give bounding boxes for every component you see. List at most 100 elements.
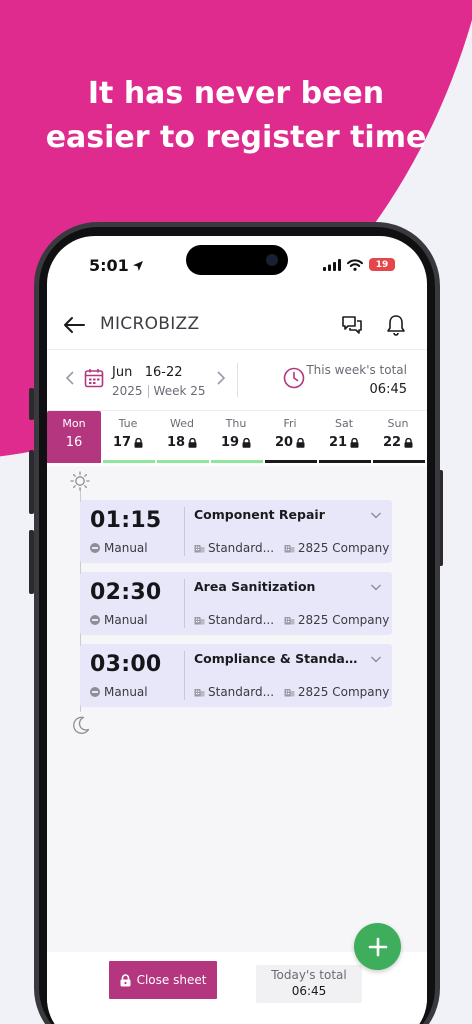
week-separator (147, 385, 149, 398)
day-name: Sat (334, 417, 354, 430)
day-name: Mon (62, 417, 86, 430)
day-number-text: 20 (274, 435, 294, 450)
time-entry-card[interactable]: 01:15 Manual Component Repair Standard... 2… (80, 500, 392, 563)
day-wed[interactable]: Wed 18 (155, 411, 209, 463)
sun-icon (70, 471, 90, 491)
entry-type-label: Manual (104, 685, 148, 699)
time-entry-card[interactable]: 03:00 Manual Compliance & Standard... Stand… (80, 644, 392, 707)
day-name: Sun (387, 417, 409, 430)
week-month: Jun (112, 365, 133, 380)
timeline: 01:15 Manual Component Repair Standard... 2… (47, 466, 427, 952)
day-tue[interactable]: Tue 17 (101, 411, 155, 463)
today-total-value: 06:45 (291, 984, 327, 998)
chevron-down-icon[interactable] (370, 509, 382, 521)
entry-company: 2825 Company (297, 541, 390, 555)
entry-task-name: Area Sanitization (194, 579, 316, 594)
plus-icon (368, 937, 387, 956)
day-status-bar (211, 460, 263, 463)
entry-meta: Standard... 2825 Company (194, 613, 389, 627)
time-entry-card[interactable]: 02:30 Manual Area Sanitization Standard... … (80, 572, 392, 635)
chevron-right-icon (217, 371, 226, 385)
day-status-bar (103, 460, 155, 463)
entry-category: Standard... (208, 685, 275, 699)
promo-headline: It has never been easier to register tim… (0, 72, 472, 160)
day-number: 18 (155, 435, 209, 450)
day-number-text: 21 (328, 435, 348, 450)
day-number: 21 (317, 435, 371, 450)
day-mon[interactable]: Mon 16 (47, 411, 101, 463)
promo-headline-line-1: It has never been (87, 76, 385, 111)
app-header: MICROBIZZ (47, 300, 427, 350)
entry-type: Manual (90, 685, 148, 699)
chat-button[interactable] (339, 312, 365, 338)
lock-icon (350, 437, 359, 448)
notifications-button[interactable] (383, 312, 409, 338)
entry-meta: Standard... 2825 Company (194, 685, 389, 699)
today-total-label: Today's total (271, 968, 347, 982)
entry-type: Manual (90, 613, 148, 627)
day-number-text: 19 (220, 435, 240, 450)
day-fri[interactable]: Fri 20 (263, 411, 317, 463)
entry-company: 2825 Company (297, 685, 390, 699)
week-total-label: This week's total (306, 363, 407, 377)
entry-duration: 03:00 (90, 652, 162, 677)
chevron-down-icon[interactable] (370, 581, 382, 593)
day-name: Wed (170, 417, 194, 430)
back-button[interactable] (61, 312, 87, 338)
day-thu[interactable]: Thu 19 (209, 411, 263, 463)
day-number-text: 17 (112, 435, 132, 450)
week-year: 2025 (112, 384, 143, 398)
day-number: 19 (209, 435, 263, 450)
close-sheet-label: Close sheet (136, 973, 207, 987)
company-building-icon (284, 617, 295, 625)
day-number-text: 18 (166, 435, 186, 450)
next-week-button[interactable] (213, 370, 229, 386)
status-bar: 5:01 19 (47, 236, 427, 294)
calendar-icon[interactable] (84, 368, 104, 388)
chat-bubbles-icon (342, 316, 362, 334)
day-sun[interactable]: Sun 22 (371, 411, 425, 463)
previous-week-button[interactable] (62, 370, 78, 386)
entry-task-name: Compliance & Standard... (194, 651, 362, 666)
entry-company: 2825 Company (297, 613, 390, 627)
entry-type-label: Manual (104, 541, 148, 555)
bell-icon (387, 315, 405, 336)
category-building-icon (194, 689, 205, 697)
entry-category: Standard... (208, 541, 275, 555)
arrow-left-icon (64, 317, 85, 333)
company-building-icon (284, 689, 295, 697)
page-title: MICROBIZZ (100, 314, 200, 334)
close-sheet-button[interactable]: Close sheet (109, 961, 217, 999)
category-building-icon (194, 617, 205, 625)
lock-icon (188, 437, 197, 448)
day-number-text: 22 (382, 435, 402, 450)
entry-task-name: Component Repair (194, 507, 325, 522)
minus-circle-icon (90, 543, 100, 553)
location-arrow-icon (132, 260, 143, 271)
add-entry-button[interactable] (354, 923, 401, 970)
promo-headline-line-2: easier to register time (45, 120, 427, 155)
day-name: Thu (225, 417, 247, 430)
day-number-text: 16 (65, 435, 83, 450)
entry-category: Standard... (208, 613, 275, 627)
day-number: 16 (47, 435, 101, 450)
entry-meta: Standard... 2825 Company (194, 541, 389, 555)
cellular-signal-icon (323, 258, 341, 271)
status-time: 5:01 (89, 256, 144, 275)
day-name: Fri (283, 417, 297, 430)
day-name: Tue (118, 417, 138, 430)
entry-type: Manual (90, 541, 148, 555)
week-date-range[interactable]: Jun 16-22 (112, 365, 183, 380)
chevron-down-icon[interactable] (370, 653, 382, 665)
day-sat[interactable]: Sat 21 (317, 411, 371, 463)
battery-icon: 19 (369, 258, 395, 271)
lock-icon (296, 437, 305, 448)
wifi-icon (347, 258, 363, 271)
entry-divider (184, 507, 185, 556)
minus-circle-icon (90, 687, 100, 697)
company-building-icon (284, 545, 295, 553)
today-total: Today's total 06:45 (256, 965, 362, 1003)
status-icons: 19 (323, 258, 395, 271)
week-navigation: Jun 16-22 2025 Week 25 This week's total… (47, 351, 427, 409)
day-number: 20 (263, 435, 317, 450)
